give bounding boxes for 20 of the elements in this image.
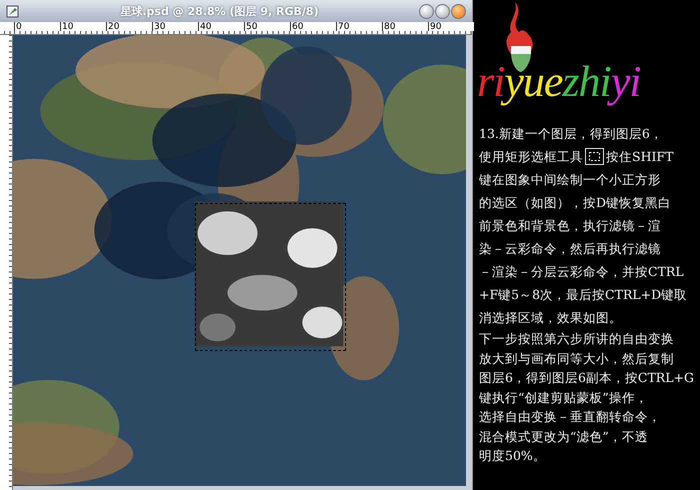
instruction-line: 键在图象中间绘制一个小正方形 [479, 171, 662, 189]
instruction-line: 按住SHIFT [606, 148, 674, 166]
instruction-line: 下一步按照第六步所讲的自由变换 [479, 330, 675, 348]
instruction-line: 键执行“创建剪贴蒙板”操作， [479, 388, 649, 406]
instruction-line: 染－云彩命令，然后再执行滤镜 [479, 240, 662, 258]
instruction-line: 图层6，得到图层6副本，按CTRL+G [479, 369, 695, 387]
instruction-line: 消选择区域，效果如图。 [479, 309, 623, 327]
logo: riyuezhiyi [477, 60, 642, 104]
instruction-line: 的选区（如图），按D键恢复黑白 [479, 194, 672, 212]
instruction-line: +F键5～8次，最后按CTRL+D键取 [479, 286, 688, 304]
instruction-line: 混合模式更改为“滤色”，不透 [479, 428, 649, 446]
instruction-line: 前景色和背景色，执行滤镜－渲 [479, 217, 662, 235]
instruction-line: 选择自由变换－垂直翻转命令， [479, 408, 662, 426]
instruction-line: 明度50%。 [479, 447, 547, 465]
instruction-line: －渲染－分层云彩命令，并按CTRL [479, 263, 685, 281]
ruler-label: 90 [428, 22, 474, 31]
instruction-line: 13.新建一个图层，得到图层6， [479, 125, 664, 143]
window-title: 星球.psd @ 28.8% (图层 9, RGB/8) [119, 4, 320, 18]
instruction-line: 放大到与画布同等大小，然后复制 [479, 350, 675, 368]
instruction-line: 使用矩形选框工具 [479, 148, 583, 166]
